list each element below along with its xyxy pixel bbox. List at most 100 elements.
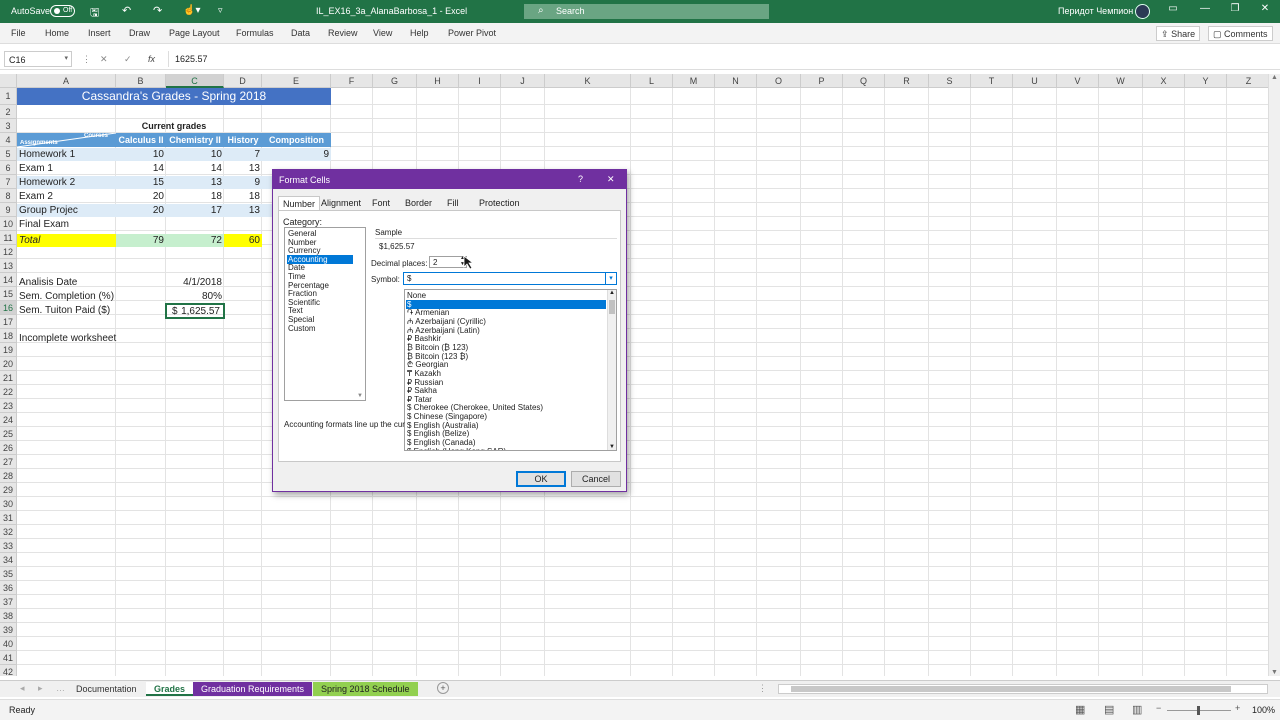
grade-cell[interactable]: 15 <box>116 176 166 190</box>
symbol-item[interactable]: ₿ Bitcoin (123 ₿) <box>406 352 606 361</box>
menu-help[interactable]: Help <box>410 28 429 38</box>
row-header[interactable]: 15 <box>0 287 17 301</box>
dialog-title-bar[interactable]: Format Cells ? ✕ <box>273 170 626 189</box>
menu-home[interactable]: Home <box>45 28 69 38</box>
row-header[interactable]: 26 <box>0 441 17 455</box>
split-handle-icon[interactable]: ⋮ <box>758 683 767 694</box>
symbol-dropdown[interactable]: $ ▾ <box>403 272 617 285</box>
column-header[interactable]: F <box>331 74 373 88</box>
symbol-item[interactable]: $ Chinese (Singapore) <box>406 412 606 421</box>
incomplete-label[interactable]: Incomplete worksheet <box>17 332 118 346</box>
assignment-label[interactable]: Final Exam <box>17 218 116 232</box>
symbol-list[interactable]: $ English (Hong Kong SAR)$ English (Cana… <box>404 289 617 451</box>
row-header[interactable]: 10 <box>0 217 17 231</box>
active-cell[interactable]: $ 1,625.57 <box>165 303 225 319</box>
row-header[interactable]: 31 <box>0 511 17 525</box>
row-header[interactable]: 30 <box>0 497 17 511</box>
row-header[interactable]: 14 <box>0 273 17 287</box>
share-button[interactable]: ⇪ Share <box>1156 26 1201 41</box>
tab-number[interactable]: Number <box>278 196 321 210</box>
symbol-item[interactable]: ₸ Kazakh <box>406 369 606 378</box>
grade-cell[interactable]: 20 <box>116 204 166 218</box>
prev-sheet-icon[interactable]: ◂ <box>20 683 25 694</box>
column-header[interactable]: X <box>1143 74 1185 88</box>
category-item[interactable]: Custom <box>287 324 353 333</box>
completion-value[interactable]: 80% <box>166 290 224 304</box>
undo-icon[interactable]: ↶ <box>122 4 131 17</box>
column-header[interactable]: W <box>1099 74 1143 88</box>
add-sheet-icon[interactable]: + <box>437 682 449 694</box>
symbol-item[interactable]: $ English (Australia) <box>406 421 606 430</box>
restore-icon[interactable]: ❐ <box>1220 3 1250 19</box>
avatar[interactable] <box>1135 4 1150 19</box>
next-sheet-icon[interactable]: ▸ <box>38 683 43 694</box>
row-header[interactable]: 2 <box>0 105 17 119</box>
column-header[interactable]: H <box>417 74 459 88</box>
assignment-label[interactable]: Exam 1 <box>17 162 116 176</box>
comments-button[interactable]: ▢ Comments <box>1208 26 1273 41</box>
scroll-thumb[interactable] <box>609 300 615 314</box>
menu-view[interactable]: View <box>373 28 392 38</box>
tab-alignment[interactable]: Alignment <box>317 196 365 210</box>
header-history[interactable]: History <box>224 133 262 147</box>
touch-mode-icon[interactable]: ☝▾ <box>183 5 200 16</box>
header-chemistry[interactable]: Chemistry II <box>166 133 224 147</box>
page-layout-view-icon[interactable]: ▤ <box>1104 703 1114 716</box>
search-box[interactable]: ⌕ Search <box>524 4 769 19</box>
row-header[interactable]: 11 <box>0 231 17 245</box>
grade-cell[interactable]: 13 <box>224 204 262 218</box>
symbol-item[interactable]: None <box>406 291 606 300</box>
row-header[interactable]: 1 <box>0 88 17 105</box>
row-header[interactable]: 19 <box>0 343 17 357</box>
cancel-button[interactable]: Cancel <box>571 471 621 487</box>
header-calculus[interactable]: Calculus II <box>116 133 166 147</box>
row-header[interactable]: 37 <box>0 595 17 609</box>
column-header[interactable]: K <box>545 74 631 88</box>
row-header[interactable]: 23 <box>0 399 17 413</box>
category-list[interactable]: General Number Currency Accounting Date Time P… <box>284 227 366 401</box>
assignment-label[interactable]: Homework 1 <box>17 148 116 162</box>
close-icon[interactable]: ✕ <box>1250 3 1280 19</box>
customize-toolbar-icon[interactable]: ▿ <box>218 5 223 16</box>
grade-cell[interactable]: 18 <box>166 190 224 204</box>
row-header[interactable]: 22 <box>0 385 17 399</box>
row-header[interactable]: 20 <box>0 357 17 371</box>
row-header[interactable]: 16 <box>0 301 17 315</box>
tab-protection[interactable]: Protection <box>475 196 524 210</box>
sheet-tab-documentation[interactable]: Documentation <box>68 682 145 696</box>
row-header[interactable]: 24 <box>0 413 17 427</box>
grade-cell[interactable]: 18 <box>224 190 262 204</box>
column-header[interactable]: I <box>459 74 501 88</box>
scroll-down-icon[interactable]: ▼ <box>609 444 615 450</box>
zoom-level[interactable]: 100% <box>1252 705 1275 715</box>
column-header[interactable]: L <box>631 74 673 88</box>
row-header[interactable]: 36 <box>0 581 17 595</box>
symbol-item[interactable]: ₼ Azerbaijani (Latin) <box>406 326 606 335</box>
redo-icon[interactable]: ↷ <box>153 4 162 17</box>
total-calculus[interactable]: 79 <box>116 234 166 247</box>
row-header[interactable]: 3 <box>0 119 17 133</box>
column-header[interactable]: Y <box>1185 74 1227 88</box>
scroll-down-icon[interactable]: ▼ <box>357 393 363 399</box>
symbol-item[interactable]: ֏ Armenian <box>406 308 606 317</box>
menu-data[interactable]: Data <box>291 28 310 38</box>
scroll-up-icon[interactable]: ▲ <box>609 290 615 296</box>
row-header[interactable]: 29 <box>0 483 17 497</box>
column-header[interactable]: C <box>166 74 224 88</box>
column-header[interactable]: R <box>885 74 929 88</box>
column-header[interactable]: G <box>373 74 417 88</box>
assignment-label[interactable]: Group Projec <box>17 204 116 218</box>
zoom-slider-thumb[interactable] <box>1197 706 1200 715</box>
row-header[interactable]: 18 <box>0 329 17 343</box>
column-header[interactable]: J <box>501 74 545 88</box>
menu-power-pivot[interactable]: Power Pivot <box>448 28 496 38</box>
column-header[interactable]: M <box>673 74 715 88</box>
grade-cell[interactable]: 9 <box>262 148 331 162</box>
row-header[interactable]: 12 <box>0 245 17 259</box>
row-header[interactable]: 9 <box>0 203 17 217</box>
grade-cell[interactable]: 14 <box>116 162 166 176</box>
formula-input[interactable]: 1625.57 <box>168 51 1274 67</box>
row-header[interactable]: 39 <box>0 623 17 637</box>
menu-page-layout[interactable]: Page Layout <box>169 28 220 38</box>
zoom-out-icon[interactable]: − <box>1156 703 1161 713</box>
